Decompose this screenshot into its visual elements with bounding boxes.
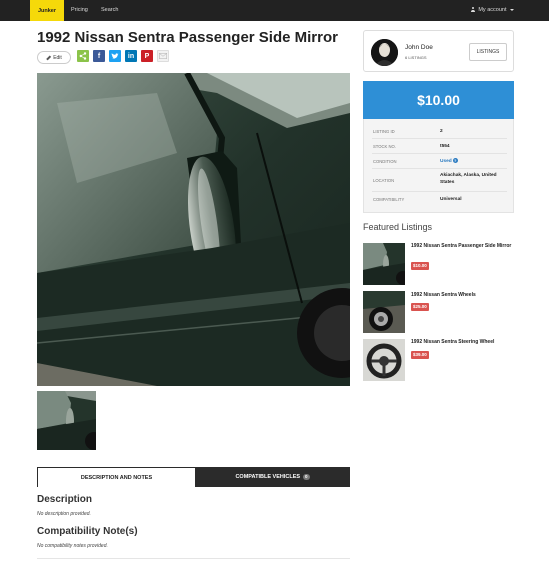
tab-description-label: DESCRIPTION AND NOTES xyxy=(80,474,153,481)
detail-value: 2 xyxy=(440,129,443,134)
nav-link-search[interactable]: Search xyxy=(101,0,118,21)
compatibility-text: No compatibility notes provided. xyxy=(37,543,108,549)
condition-link[interactable]: Used xyxy=(440,159,452,164)
description-text: No description provided. xyxy=(37,511,91,517)
compatibility-heading: Compatibility Note(s) xyxy=(37,526,138,537)
price-header: $10.00 xyxy=(363,81,514,119)
photo-thumbnail[interactable] xyxy=(37,391,96,450)
brand-logo[interactable]: Junker xyxy=(30,0,64,21)
pinterest-icon[interactable]: P xyxy=(141,50,153,62)
detail-row-location: LOCATION Akiachak, Alaska, United States xyxy=(372,170,507,192)
page-title: 1992 Nissan Sentra Passenger Side Mirror xyxy=(37,29,338,46)
detail-key: STOCK NO. xyxy=(373,144,396,149)
detail-row-compatibility: COMPATIBILITY Universal xyxy=(372,193,507,207)
featured-item-title[interactable]: 1992 Nissan Sentra Steering Wheel xyxy=(411,339,514,346)
my-account-dropdown[interactable]: My account xyxy=(471,0,514,21)
facebook-icon[interactable]: f xyxy=(93,50,105,62)
featured-item-image[interactable] xyxy=(363,339,405,381)
my-account-label: My account xyxy=(478,7,507,13)
listing-details-panel: LISTING ID 2 STOCK NO. t554 CONDITION Us… xyxy=(363,119,514,213)
detail-key: LISTING ID xyxy=(373,129,395,134)
linkedin-icon[interactable]: in xyxy=(125,50,137,62)
description-heading: Description xyxy=(37,494,93,505)
featured-listings-heading: Featured Listings xyxy=(363,222,433,232)
featured-item-title[interactable]: 1992 Nissan Sentra Wheels xyxy=(411,292,514,299)
help-icon[interactable]: ? xyxy=(452,158,458,164)
edit-label: Edit xyxy=(53,54,62,61)
seller-name[interactable]: John Doe xyxy=(405,44,433,51)
featured-item-price: $39.00 xyxy=(411,351,429,359)
chevron-down-icon xyxy=(510,8,514,11)
nav-link-pricing[interactable]: Pricing xyxy=(71,0,88,21)
detail-key: LOCATION xyxy=(373,178,395,183)
avatar[interactable] xyxy=(371,39,398,66)
listings-button[interactable]: LISTINGS xyxy=(469,43,507,61)
featured-item-image[interactable] xyxy=(363,291,405,333)
tab-compatible-label: COMPATIBLE VEHICLES xyxy=(235,474,301,480)
seller-listings-count: 6 LISTINGS xyxy=(405,55,427,60)
email-icon[interactable] xyxy=(157,50,169,62)
seller-card: John Doe 6 LISTINGS LISTINGS xyxy=(363,30,514,72)
tab-description-and-notes[interactable]: DESCRIPTION AND NOTES xyxy=(38,468,195,487)
pencil-icon xyxy=(46,55,51,60)
featured-item-price: $25.00 xyxy=(411,303,429,311)
detail-value: Universal xyxy=(440,197,462,202)
compatible-count-badge: 0 xyxy=(303,474,310,480)
top-navbar: Junker Pricing Search My account xyxy=(0,0,549,21)
detail-key: CONDITION xyxy=(373,159,397,164)
detail-value: t554 xyxy=(440,144,450,149)
user-icon xyxy=(471,7,476,13)
twitter-icon[interactable] xyxy=(109,50,121,62)
featured-item-title[interactable]: 1992 Nissan Sentra Passenger Side Mirror xyxy=(411,243,514,250)
detail-key: COMPATIBILITY xyxy=(373,197,405,202)
featured-item-price: $10.00 xyxy=(411,262,429,270)
detail-row-condition: CONDITION Used? xyxy=(372,155,507,169)
edit-button[interactable]: Edit xyxy=(37,51,71,64)
featured-item-image[interactable] xyxy=(363,243,405,285)
main-listing-photo[interactable] xyxy=(37,73,350,386)
condition-value[interactable]: Used? xyxy=(440,158,458,165)
listing-tabs: DESCRIPTION AND NOTES COMPATIBLE VEHICLE… xyxy=(37,467,350,487)
detail-value: Akiachak, Alaska, United States xyxy=(440,173,497,185)
share-icon[interactable] xyxy=(77,50,89,62)
detail-row-listing-id: LISTING ID 2 xyxy=(372,125,507,139)
share-toolbar: f in P xyxy=(77,50,169,62)
detail-row-stock-no: STOCK NO. t554 xyxy=(372,140,507,154)
tab-compatible-vehicles[interactable]: COMPATIBLE VEHICLES 0 xyxy=(195,467,350,487)
divider xyxy=(37,558,350,559)
